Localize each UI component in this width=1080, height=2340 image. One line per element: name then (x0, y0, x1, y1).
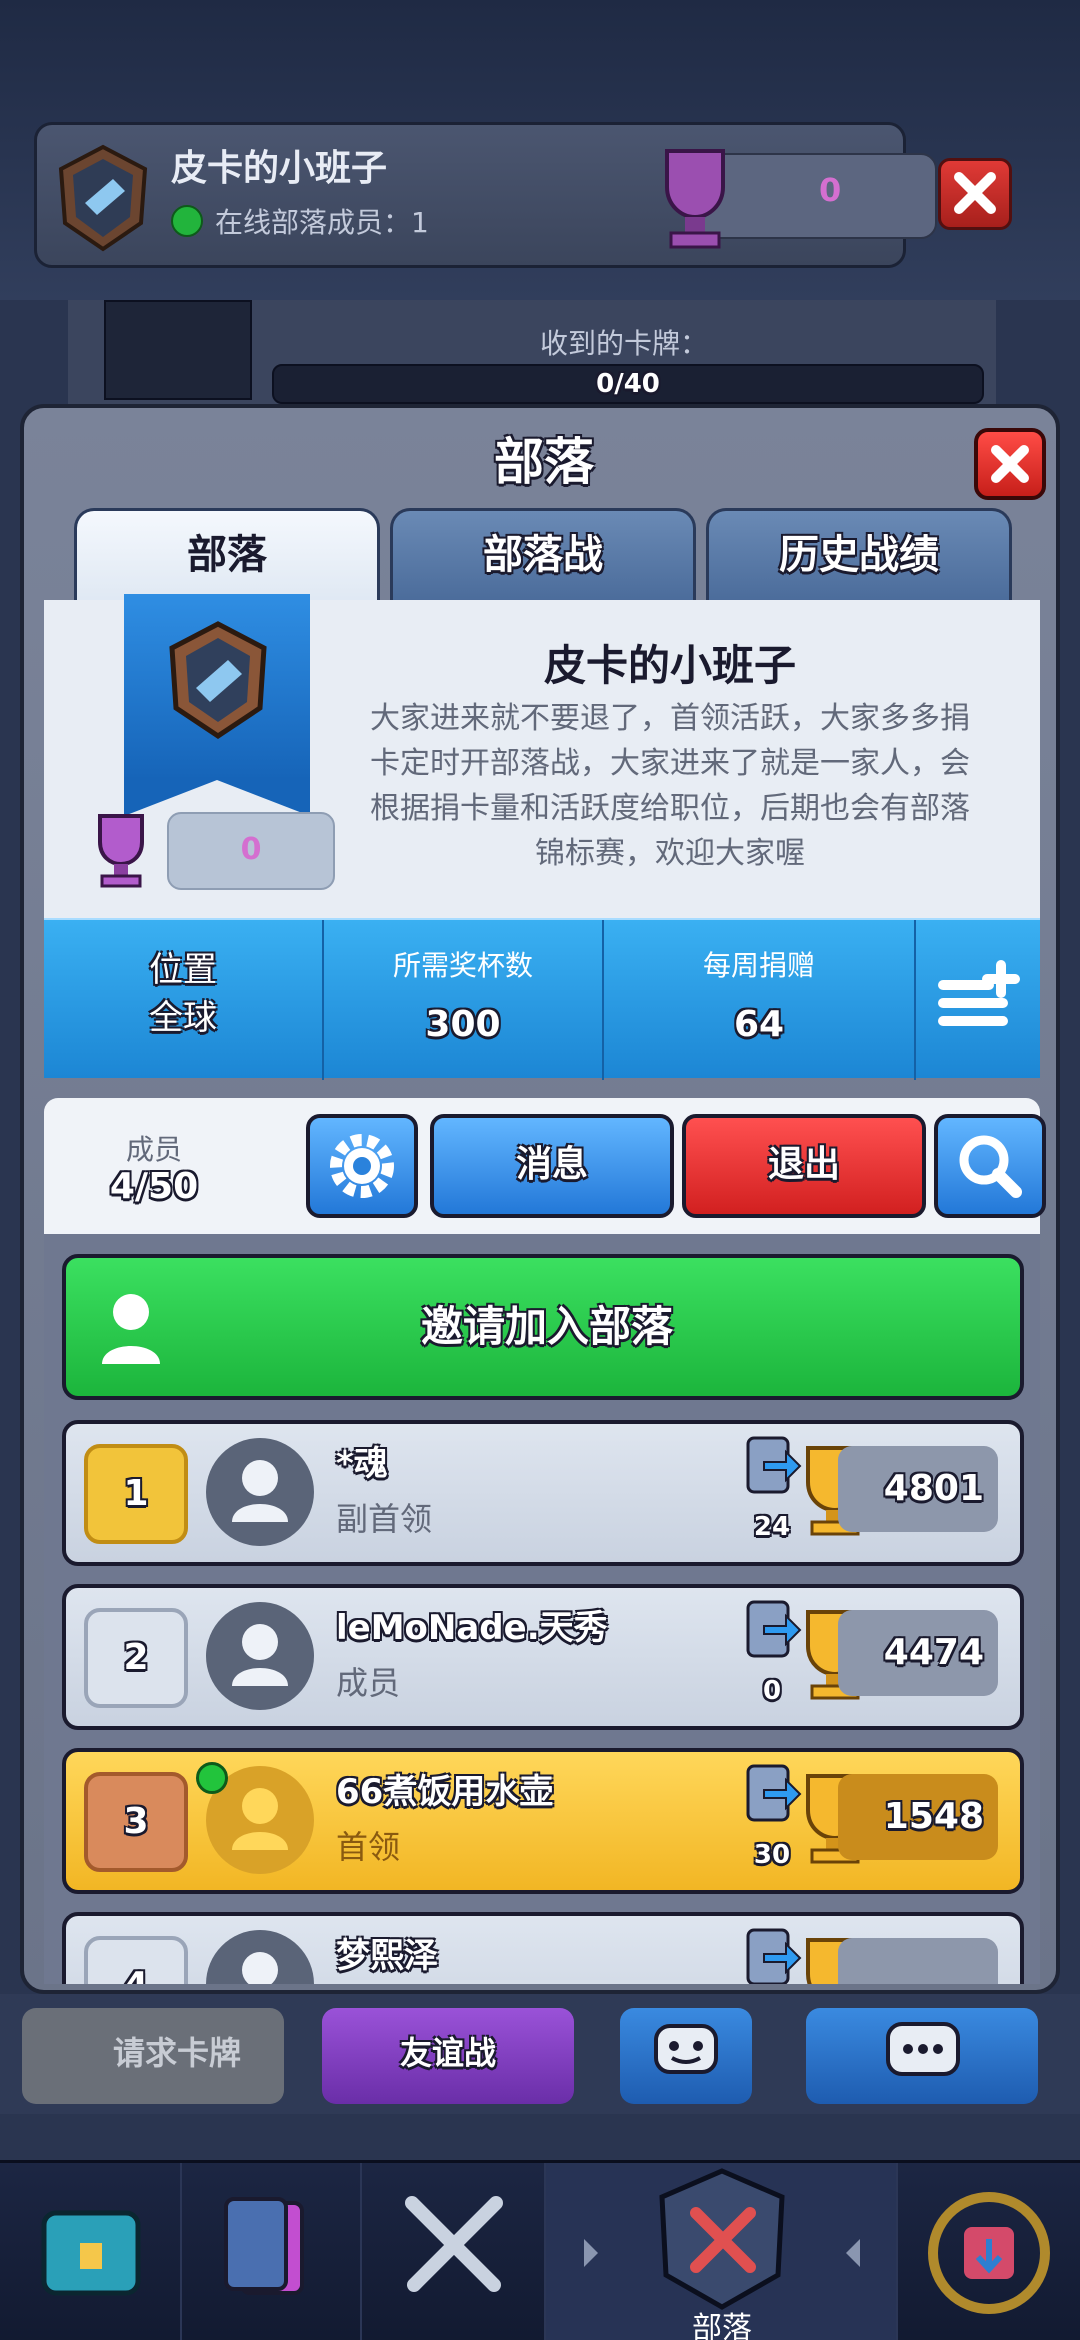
settings-button[interactable] (306, 1114, 418, 1218)
stat-weekly-donations-value: 64 (733, 1004, 785, 1045)
clan-description: 大家进来就不要退了，首领活跃，大家多多捐卡定时开部落战，大家进来了就是一家人，会… (370, 701, 970, 871)
online-members-label: 在线部落成员：1 (215, 206, 429, 239)
member-row-self[interactable]: 3 66煮饭用水壶 首领 30 1548 (62, 1748, 1024, 1894)
emote-button[interactable] (620, 2008, 752, 2104)
trophy-icon (665, 149, 725, 249)
stat-location: 位置 全球 (44, 920, 324, 1080)
cards-received-progress: 0/40 (272, 364, 984, 404)
nav-clan-label: 部落 (692, 2311, 752, 2340)
stat-required-trophies: 所需奖杯数 300 (324, 920, 604, 1080)
member-trophies: 1548 (883, 1796, 984, 1837)
search-icon (959, 1135, 1022, 1198)
member-name: 梦熙泽 (336, 1936, 438, 1976)
clan-panel: 部落 部落 部落战 历史战绩 0 皮卡的小班子 大家进来就不要退了，首领活跃，大… (20, 404, 1060, 1994)
member-rank: 4 (84, 1936, 188, 1984)
request-cards-button[interactable]: 请求卡牌 (22, 2008, 284, 2104)
clan-trophy-count: 0 (819, 171, 842, 209)
stat-location-label: 位置 (149, 950, 217, 990)
member-trophies: 4474 (883, 1632, 984, 1673)
invite-label: 邀请加入部落 (420, 1302, 673, 1351)
member-role: 成员 (336, 1664, 401, 1702)
search-button[interactable] (934, 1114, 1046, 1218)
clan-name: 皮卡的小班子 (543, 641, 796, 690)
emote-icon (654, 2024, 718, 2074)
member-trophies: 4801 (883, 1468, 984, 1509)
member-name: *魂 (336, 1444, 388, 1484)
online-indicator-icon (171, 205, 203, 237)
stat-required-trophies-label: 所需奖杯数 (392, 949, 533, 982)
stat-weekly-donations: 每周捐赠 64 (604, 920, 916, 1080)
member-row[interactable]: 1 *魂 副首领 24 4801 (62, 1420, 1024, 1566)
stat-weekly-donations-label: 每周捐赠 (702, 949, 815, 982)
bottom-nav: 部落 (0, 2160, 1080, 2340)
clan-trophy-card: 0 (167, 812, 335, 890)
nav-shop[interactable] (0, 2163, 182, 2340)
cards-icon (224, 2197, 304, 2295)
nav-cards[interactable] (182, 2163, 362, 2340)
gear-icon (330, 1134, 394, 1198)
member-role: 首领 (336, 1828, 401, 1866)
tab-war-history[interactable]: 历史战绩 (706, 508, 1012, 604)
members-count: 4/50 (109, 1166, 199, 1207)
list-plus-icon (938, 960, 1020, 1026)
member-trophies-box: 4801 (838, 1446, 998, 1532)
requested-card-image (104, 300, 252, 400)
member-trophies-box (838, 1938, 998, 1984)
clan-badge-icon (58, 144, 148, 252)
clan-shield-icon (169, 621, 267, 740)
member-row[interactable]: 4 梦熙泽 (62, 1912, 1024, 1984)
member-row[interactable]: 2 leMoNade.天秀 成员 0 4474 (62, 1584, 1024, 1730)
member-avatar (206, 1438, 314, 1546)
member-rank: 1 (84, 1444, 188, 1544)
invite-button[interactable]: 邀请加入部落 (62, 1254, 1024, 1400)
swords-icon (405, 2196, 503, 2292)
panel-close-button[interactable] (974, 428, 1046, 500)
header-close-button[interactable] (938, 158, 1012, 230)
members-toolbar: 成员 4/50 消息 退出 (44, 1098, 1046, 1234)
clan-actions-bar: 请求卡牌 友谊战 (0, 1994, 1080, 2114)
member-rank: 3 (84, 1772, 188, 1872)
tab-clan[interactable]: 部落 (74, 508, 380, 604)
clan-menu-button[interactable] (916, 920, 1040, 1080)
stat-location-value: 全球 (149, 998, 217, 1038)
nav-events[interactable] (898, 2163, 1080, 2340)
laurel-icon (928, 2192, 1050, 2314)
member-list[interactable]: 邀请加入部落 1 *魂 副首领 24 4801 2 leMoNade.天秀 成员… (44, 1234, 1040, 1984)
nav-clan[interactable]: 部落 (546, 2163, 898, 2340)
member-rank: 2 (84, 1608, 188, 1708)
member-avatar (206, 1602, 314, 1710)
panel-title: 部落 (494, 433, 594, 491)
chest-icon (41, 2210, 141, 2296)
chat-icon (886, 2022, 960, 2076)
message-button[interactable]: 消息 (430, 1114, 674, 1218)
member-avatar (206, 1930, 314, 1984)
friendly-battle-button[interactable]: 友谊战 (322, 2008, 574, 2104)
member-trophies-box: 1548 (838, 1774, 998, 1860)
clan-header-bar[interactable]: 皮卡的小班子 在线部落成员：1 0 (34, 122, 937, 268)
nav-battle[interactable] (362, 2163, 546, 2340)
member-trophies-box: 4474 (838, 1610, 998, 1696)
member-name: leMoNade.天秀 (336, 1608, 608, 1648)
member-role: 副首领 (336, 1500, 433, 1538)
stat-required-trophies-value: 300 (425, 1004, 501, 1045)
tab-clan-war[interactable]: 部落战 (390, 508, 696, 604)
clan-title: 皮卡的小班子 (171, 148, 388, 189)
member-name: 66煮饭用水壶 (336, 1772, 554, 1812)
chat-button[interactable] (806, 2008, 1038, 2104)
members-label: 成员 (125, 1133, 182, 1166)
request-cards-label: 请求卡牌 (112, 2034, 241, 2072)
cards-received-label: 收到的卡牌： (540, 327, 709, 360)
clan-stats-bar: 位置 全球 所需奖杯数 300 每周捐赠 64 (44, 918, 1040, 1080)
leave-button[interactable]: 退出 (682, 1114, 926, 1218)
online-status-icon (196, 1762, 228, 1794)
cards-received-progress-text: 0/40 (596, 369, 660, 399)
clan-trophy-icon (98, 814, 144, 888)
clan-trophy-value: 0 (240, 832, 262, 867)
